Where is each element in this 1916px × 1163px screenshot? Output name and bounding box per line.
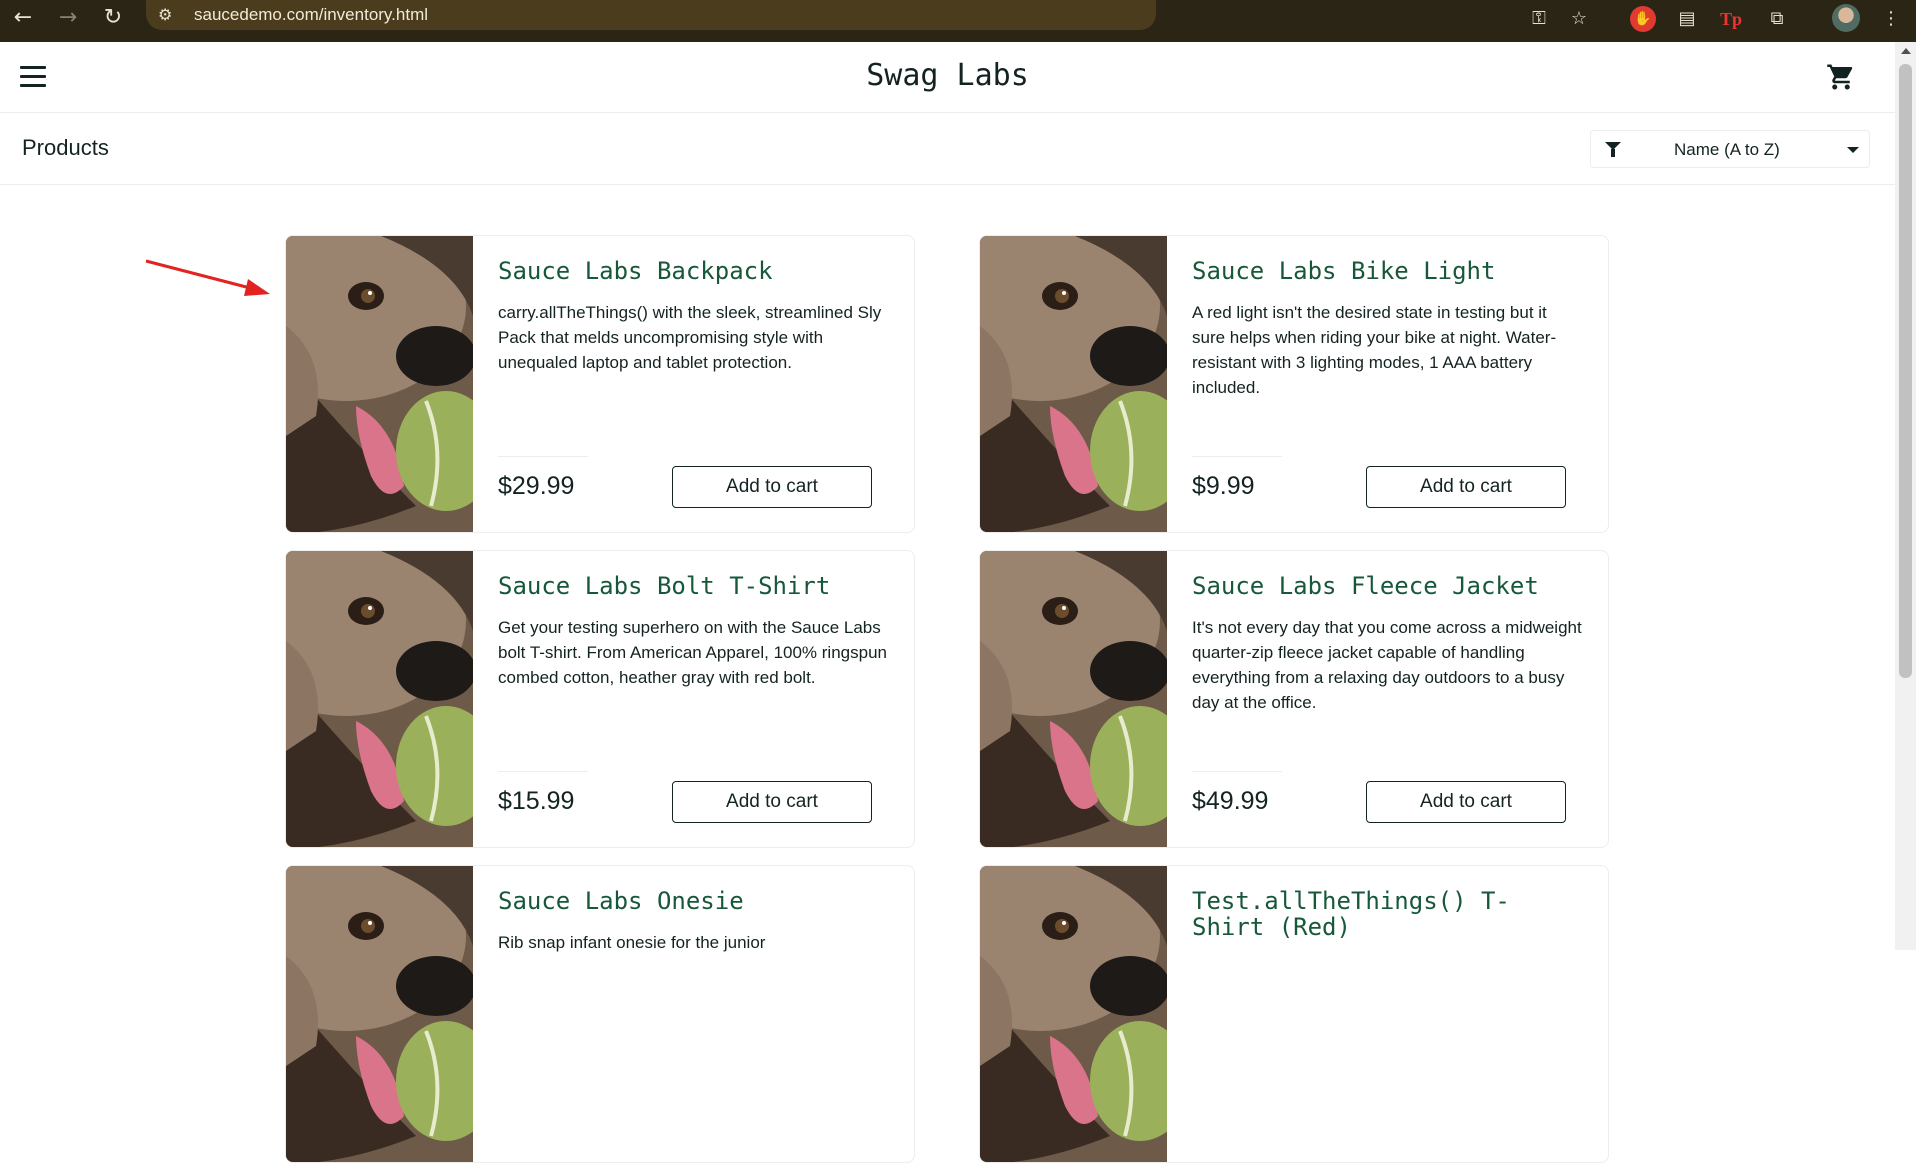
inventory-item: Sauce Labs Bike Light A red light isn't … <box>979 235 1609 533</box>
reader-mode-icon[interactable]: ▤ <box>1674 6 1700 32</box>
inventory-item: Sauce Labs Onesie Rib snap infant onesie… <box>285 865 915 1163</box>
extension-hand-icon[interactable]: ✋ <box>1630 6 1656 32</box>
product-name-link[interactable]: Test.allTheThings() T-Shirt (Red) <box>1192 888 1582 940</box>
add-to-cart-button[interactable]: Add to cart <box>1366 466 1566 508</box>
page-title: Products <box>22 135 109 160</box>
sort-selected-value: Name (A to Z) <box>1674 140 1780 159</box>
product-price: $29.99 <box>498 472 575 500</box>
inventory-item: Sauce Labs Fleece Jacket It's not every … <box>979 550 1609 848</box>
add-to-cart-button[interactable]: Add to cart <box>672 781 872 823</box>
price-divider <box>1192 771 1282 772</box>
add-to-cart-button[interactable]: Add to cart <box>672 466 872 508</box>
back-icon[interactable]: ← <box>8 4 38 34</box>
product-image[interactable] <box>980 551 1167 847</box>
price-divider <box>498 771 588 772</box>
product-description: Rib snap infant onesie for the junior <box>498 933 766 952</box>
product-name-link[interactable]: Sauce Labs Fleece Jacket <box>1192 573 1582 599</box>
scrollbar-thumb[interactable] <box>1899 64 1912 678</box>
product-price: $15.99 <box>498 787 575 815</box>
inventory-item: Sauce Labs Backpack carry.allTheThings()… <box>285 235 915 533</box>
sort-dropdown[interactable]: Name (A to Z) <box>1590 130 1870 168</box>
app-logo: Swag Labs <box>866 58 1029 93</box>
profile-avatar[interactable] <box>1832 4 1860 32</box>
product-image[interactable] <box>286 551 473 847</box>
product-name-link[interactable]: Sauce Labs Bolt T-Shirt <box>498 573 888 599</box>
shopping-cart-icon[interactable] <box>1826 62 1856 92</box>
extensions-puzzle-icon[interactable]: ⧉ <box>1764 6 1790 32</box>
forward-icon[interactable]: → <box>53 4 83 34</box>
more-options-icon[interactable]: ⋮ <box>1878 6 1904 32</box>
address-bar[interactable]: ⚙ saucedemo.com/inventory.html <box>146 0 1156 30</box>
reload-icon[interactable]: ↻ <box>98 4 128 34</box>
bookmark-star-icon[interactable]: ☆ <box>1566 6 1592 32</box>
product-description: It's not every day that you come across … <box>1192 618 1582 712</box>
tp-extension-icon[interactable]: Tp <box>1718 6 1744 32</box>
product-image[interactable] <box>286 866 473 1162</box>
product-description: Get your testing superhero on with the S… <box>498 618 887 687</box>
product-name-link[interactable]: Sauce Labs Backpack <box>498 258 888 284</box>
product-image[interactable] <box>980 866 1167 1162</box>
product-image[interactable] <box>980 236 1167 532</box>
scroll-up-icon[interactable] <box>1901 48 1911 54</box>
price-divider <box>498 456 588 457</box>
inventory-item: Test.allTheThings() T-Shirt (Red) <box>979 865 1609 1163</box>
app-header: Swag Labs <box>0 42 1895 113</box>
product-description: carry.allTheThings() with the sleek, str… <box>498 303 882 372</box>
browser-toolbar: ← → ↻ ⚙ saucedemo.com/inventory.html ⚿ ☆… <box>0 0 1916 42</box>
product-description: A red light isn't the desired state in t… <box>1192 303 1557 397</box>
price-divider <box>1192 456 1282 457</box>
product-price: $49.99 <box>1192 787 1269 815</box>
chevron-down-icon <box>1847 147 1859 153</box>
product-name-link[interactable]: Sauce Labs Bike Light <box>1192 258 1582 284</box>
product-image[interactable] <box>286 236 473 532</box>
annotation-arrow-icon <box>145 259 270 296</box>
product-name-link[interactable]: Sauce Labs Onesie <box>498 888 888 914</box>
products-header: Products Name (A to Z) <box>0 113 1895 185</box>
add-to-cart-button[interactable]: Add to cart <box>1366 781 1566 823</box>
site-settings-icon[interactable]: ⚙ <box>158 5 172 24</box>
url-text[interactable]: saucedemo.com/inventory.html <box>194 5 428 25</box>
page-scrollbar[interactable] <box>1895 42 1916 950</box>
inventory-item: Sauce Labs Bolt T-Shirt Get your testing… <box>285 550 915 848</box>
password-key-icon[interactable]: ⚿ <box>1526 6 1552 32</box>
product-price: $9.99 <box>1192 472 1255 500</box>
